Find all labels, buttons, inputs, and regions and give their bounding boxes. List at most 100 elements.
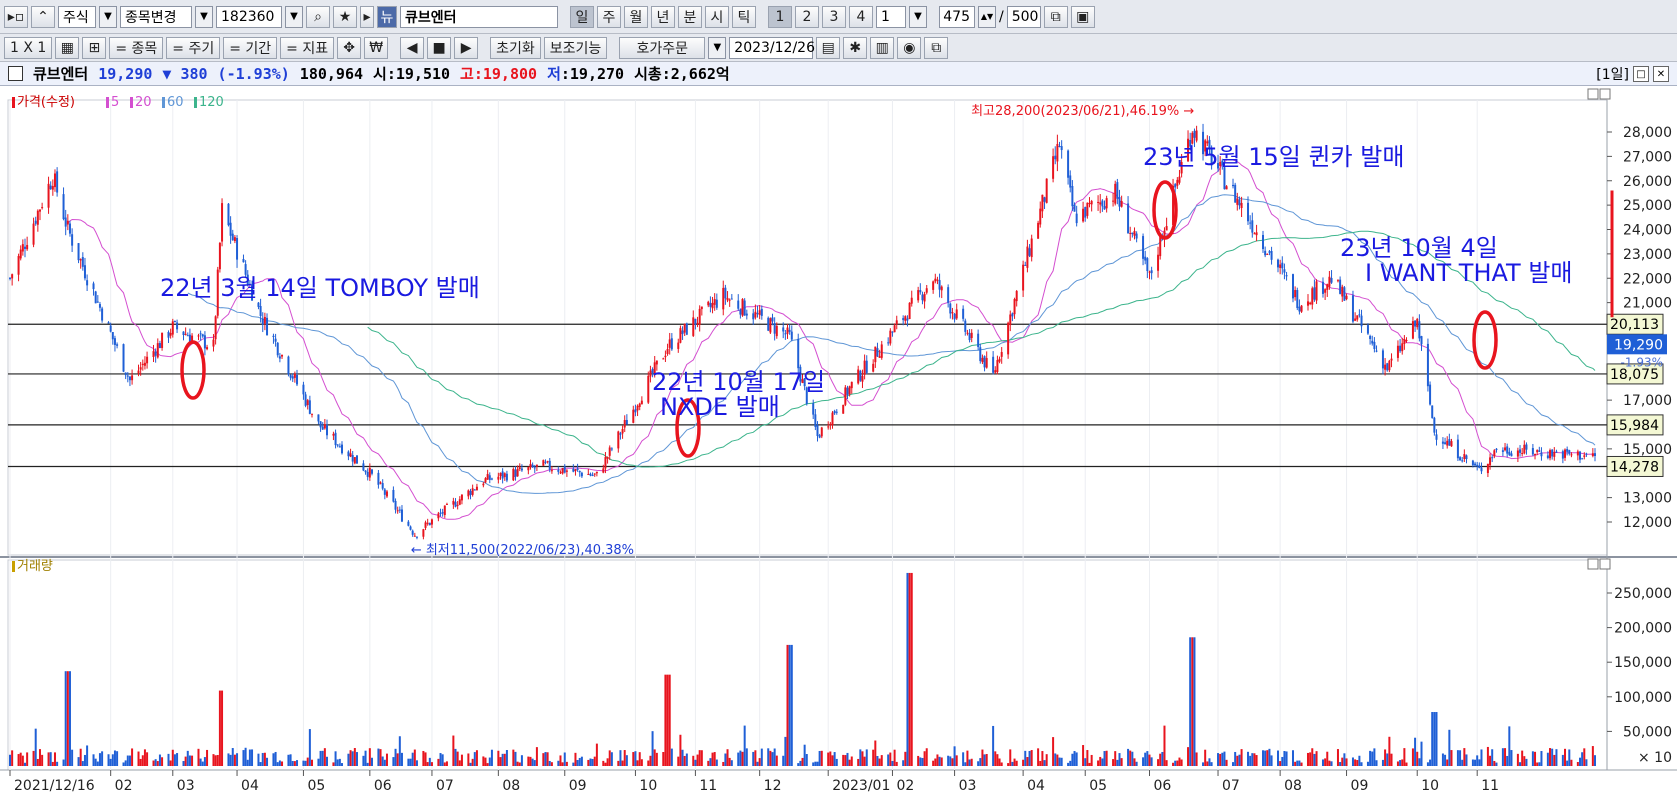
- volume-bar: [1015, 760, 1018, 766]
- volume-bar: [505, 750, 508, 766]
- interval-input[interactable]: 1: [876, 5, 906, 28]
- volume-bar: [347, 753, 350, 766]
- candle-body: [1028, 248, 1031, 256]
- stock-chart[interactable]: 20,113 18,075 15,984 14,278 28,000 27,000 26,…: [0, 86, 1677, 798]
- period-day-tab[interactable]: 일: [570, 5, 594, 28]
- panel-maximize-icon[interactable]: [1587, 558, 1599, 570]
- panel-close-icon[interactable]: [1599, 88, 1611, 100]
- next-icon[interactable]: ▶: [454, 36, 479, 59]
- candle-body: [1386, 363, 1389, 371]
- save-icon[interactable]: ▣: [1070, 5, 1095, 28]
- volume-bar: [137, 751, 140, 766]
- aux-function-button[interactable]: 보조기능: [543, 36, 608, 59]
- candle-body: [1345, 295, 1348, 300]
- change-stock-select[interactable]: 종목변경: [120, 5, 192, 28]
- volume-bar: [1009, 749, 1012, 766]
- panel-maximize-icon[interactable]: [1587, 88, 1599, 100]
- interval-dropdown-icon[interactable]: ▼: [909, 5, 927, 28]
- volume-bar: [1028, 750, 1031, 766]
- search-icon[interactable]: ⌕: [306, 5, 330, 28]
- add-window-icon[interactable]: ⧉: [924, 36, 949, 59]
- close-icon[interactable]: ✕: [1653, 66, 1669, 82]
- candle-body: [1058, 146, 1061, 148]
- period-month-tab[interactable]: 월: [624, 5, 648, 28]
- candle-body: [141, 363, 144, 366]
- volume-bar: [827, 752, 830, 766]
- volume-bar: [1309, 752, 1312, 766]
- volume-bar: [516, 761, 519, 766]
- candle-body: [1142, 236, 1145, 259]
- interval-4-button[interactable]: 4: [849, 5, 873, 28]
- grid-layout-icon[interactable]: ▦: [55, 36, 80, 59]
- candle-body: [527, 467, 530, 471]
- stock-type-dropdown-icon[interactable]: ▼: [99, 5, 117, 28]
- volume-bar: [293, 761, 296, 766]
- stock-type-select[interactable]: 주식: [58, 5, 96, 28]
- candle-body: [231, 233, 234, 241]
- move-icon[interactable]: ✥: [337, 36, 362, 59]
- date-input[interactable]: 2023/12/26: [729, 36, 815, 59]
- period-year-tab[interactable]: 년: [651, 5, 675, 28]
- candle-body: [640, 400, 643, 405]
- collapse-button[interactable]: ⌃: [31, 5, 55, 28]
- interval-2-button[interactable]: 2: [795, 5, 819, 28]
- period-week-tab[interactable]: 주: [597, 5, 621, 28]
- candle-body: [411, 530, 414, 535]
- change-stock-dropdown-icon[interactable]: ▼: [195, 5, 213, 28]
- volume-bar: [323, 748, 326, 766]
- order-button[interactable]: 호가주문: [619, 36, 706, 59]
- period-minute-tab[interactable]: 분: [678, 5, 702, 28]
- period-hour-tab[interactable]: 시: [705, 5, 729, 28]
- currency-icon[interactable]: ₩: [364, 36, 389, 59]
- export-icon[interactable]: ◉: [897, 36, 922, 59]
- candle-body: [951, 312, 954, 314]
- settings-gear-icon[interactable]: ✱: [843, 36, 868, 59]
- order-dropdown-icon[interactable]: ▼: [708, 36, 727, 59]
- volume-bar: [473, 752, 476, 766]
- layout-button[interactable]: 1 X 1: [4, 36, 53, 59]
- candle-body: [184, 333, 187, 335]
- range-menu-button[interactable]: = 기간: [223, 36, 278, 59]
- calculator-icon[interactable]: ▥: [870, 36, 895, 59]
- panel-close-icon[interactable]: [1599, 558, 1611, 570]
- cycle-menu-button[interactable]: = 주기: [166, 36, 221, 59]
- stock-code-dropdown-icon[interactable]: ▼: [285, 5, 303, 28]
- stop-icon[interactable]: ■: [427, 36, 452, 59]
- volume-bar: [101, 751, 104, 766]
- panel-toggle-button[interactable]: ▸▫: [4, 5, 28, 28]
- candle-body: [908, 302, 911, 319]
- candle-body: [1489, 457, 1492, 466]
- candle-body: [1540, 452, 1543, 457]
- volume-bar: [602, 760, 605, 766]
- candle-body: [833, 410, 836, 414]
- candle-body: [1358, 314, 1361, 316]
- volume-bar: [1433, 712, 1436, 766]
- next-arrow-icon[interactable]: ▸: [360, 5, 374, 28]
- candle-body: [326, 424, 328, 436]
- candle-body: [441, 512, 444, 514]
- interval-3-button[interactable]: 3: [822, 5, 846, 28]
- new-window-icon[interactable]: ⧉: [1043, 5, 1068, 28]
- stock-menu-button[interactable]: = 종목: [109, 36, 164, 59]
- candle-body: [784, 333, 787, 335]
- stock-code-input[interactable]: 182360: [216, 5, 282, 28]
- candle-body: [955, 309, 958, 319]
- page-value-input[interactable]: 475: [939, 5, 975, 28]
- volume-bar: [557, 760, 560, 766]
- reset-button[interactable]: 초기화: [490, 36, 541, 59]
- candle-body: [1262, 234, 1265, 250]
- maximize-icon[interactable]: □: [1633, 66, 1649, 82]
- interval-1-button[interactable]: 1: [768, 5, 792, 28]
- page-total-input[interactable]: 500: [1006, 5, 1041, 28]
- layout-1x1-icon[interactable]: ⊞: [82, 36, 107, 59]
- calendar-icon[interactable]: ▤: [816, 36, 841, 59]
- period-tick-tab[interactable]: 틱: [732, 5, 756, 28]
- page-spinner-icon[interactable]: ▲▼: [978, 5, 996, 28]
- prev-icon[interactable]: ◀: [400, 36, 425, 59]
- candle-body: [1399, 345, 1402, 352]
- select-checkbox[interactable]: [8, 66, 23, 81]
- favorite-star-icon[interactable]: ★: [333, 5, 357, 28]
- release-annotation: NXDE 발매: [660, 393, 780, 421]
- volume-bar: [846, 752, 849, 766]
- indicator-menu-button[interactable]: = 지표: [280, 36, 335, 59]
